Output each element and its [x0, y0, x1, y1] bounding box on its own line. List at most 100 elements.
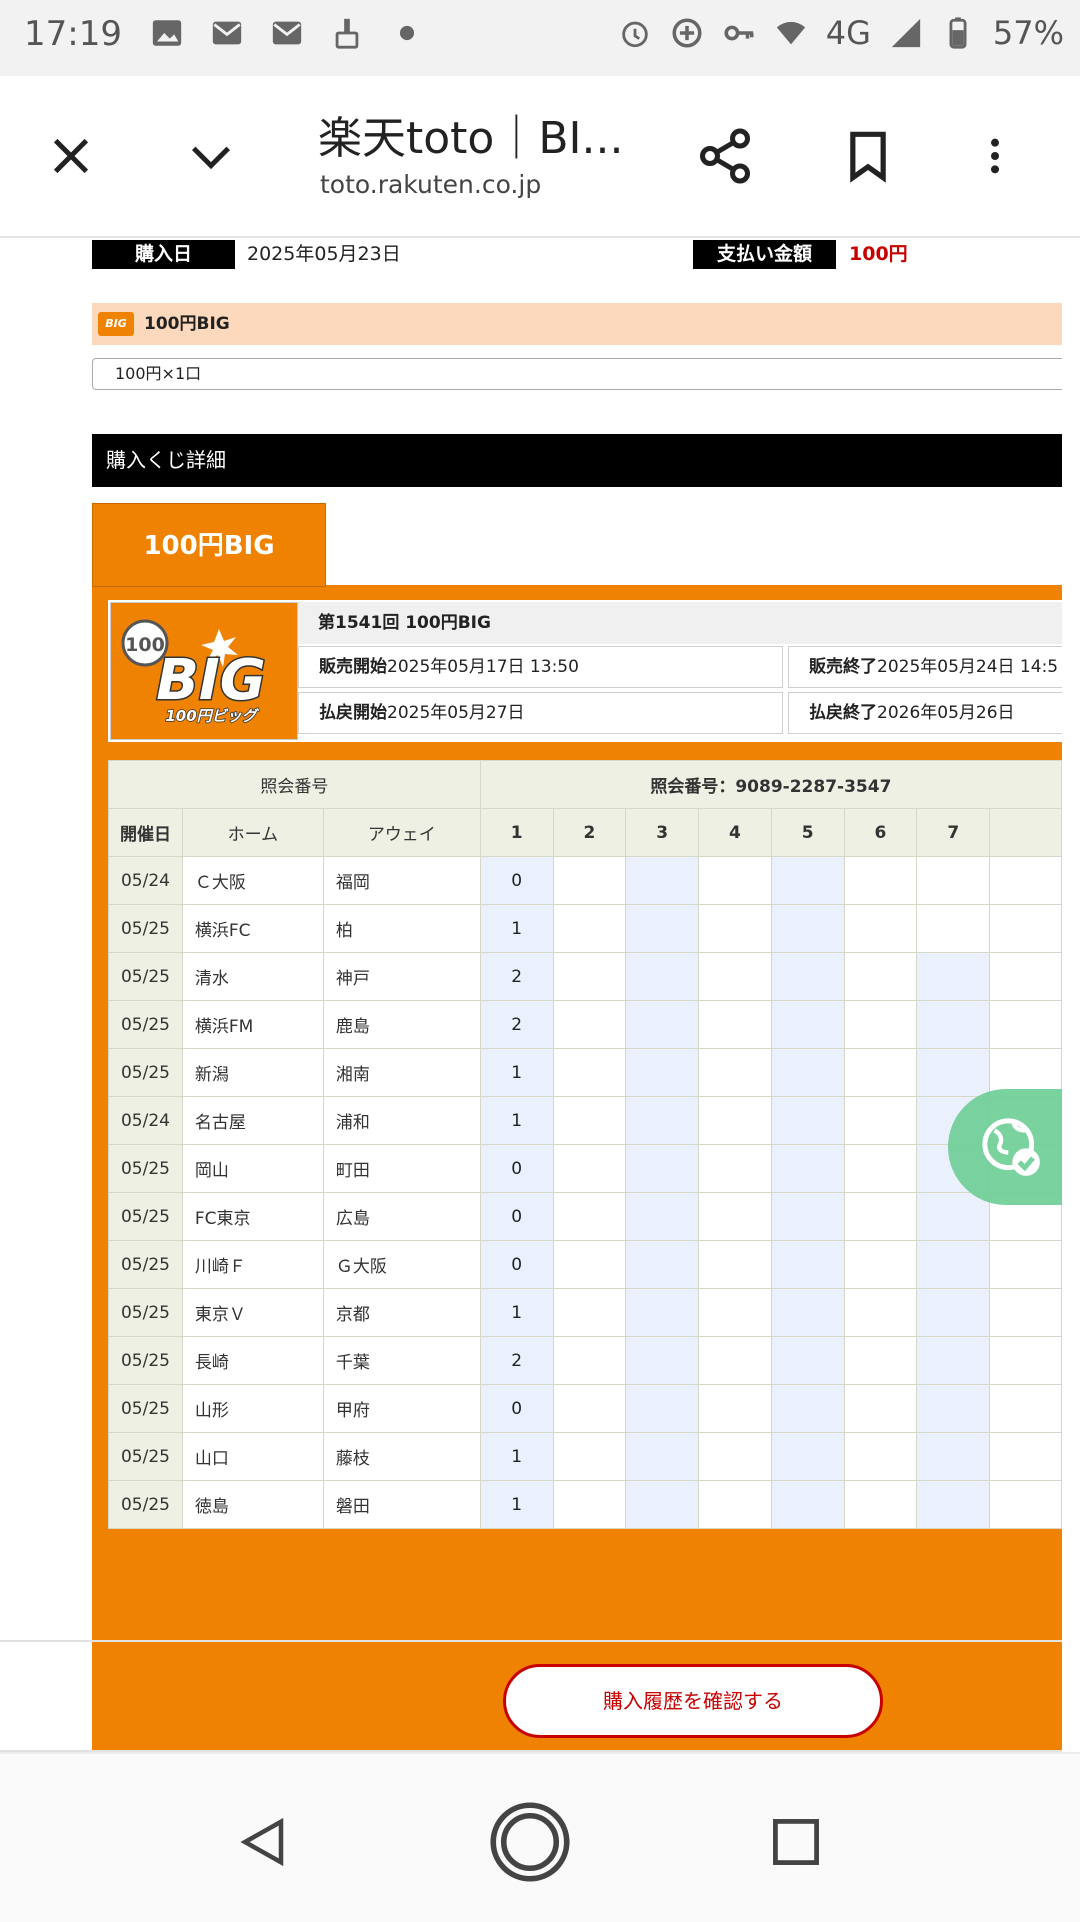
pick-col-2: [552, 1288, 627, 1337]
pick-col-2: [552, 1336, 627, 1385]
view-purchase-history-button[interactable]: 購入履歴を確認する: [503, 1664, 883, 1738]
close-button[interactable]: [36, 121, 106, 191]
payout-end: 払戻終了2026年05月26日: [788, 692, 1062, 734]
sale-end-value: 2025年05月24日 14:5: [877, 657, 1059, 677]
home-nav-icon[interactable]: [488, 1800, 572, 1884]
pick-col-1: 1: [479, 1288, 554, 1337]
pick-col-6: [843, 856, 918, 905]
page-content: 購入日 2025年05月23日 支払い金額 100円 BIG 100円BIG 1…: [0, 238, 1062, 1758]
battery-icon: [949, 17, 967, 49]
pick-col-2: [552, 1048, 627, 1097]
away-team: 町田: [322, 1144, 481, 1193]
away-team: 湘南: [322, 1048, 481, 1097]
match-date: 05/25: [108, 1480, 183, 1529]
status-time: 17:19: [24, 14, 122, 54]
round-title: 第1541回 100円BIG: [298, 602, 1062, 644]
sale-start: 販売開始2025年05月17日 13:50: [298, 646, 783, 688]
pick-col-1: 1: [479, 1480, 554, 1529]
details-header: 購入くじ詳細: [92, 434, 1062, 487]
vpn-key-icon: [724, 25, 754, 41]
pick-col-7: [916, 1192, 991, 1241]
match-date: 05/25: [108, 1240, 183, 1289]
pick-col-7: [916, 1240, 991, 1289]
logo-sub-text: 100円ビッグ: [165, 707, 259, 725]
pick-col-2: [552, 1240, 627, 1289]
tab-100yen-big[interactable]: 100円BIG: [92, 503, 326, 587]
pick-col-1: 0: [479, 1384, 554, 1433]
pick-col-3: [625, 1192, 700, 1241]
pick-col-2: [552, 1192, 627, 1241]
battery-percent: 57%: [992, 14, 1064, 52]
table-row: 05/24 名古屋 浦和 1: [108, 1096, 1062, 1145]
table-row: 05/25 山口 藤枝 1: [108, 1432, 1062, 1481]
back-nav-icon[interactable]: [236, 1812, 290, 1872]
mail-icon-2: [272, 21, 302, 45]
away-team: 神戸: [322, 952, 481, 1001]
col-number: 3: [625, 808, 700, 857]
pick-col-4: [698, 1240, 772, 1289]
payout-start-label: 払戻開始: [319, 703, 387, 723]
pick-col-2: [552, 856, 627, 905]
alarm-icon: [621, 21, 648, 48]
pick-col-3: [625, 904, 700, 953]
table-row: 05/25 FC東京 広島 0: [108, 1192, 1062, 1241]
product-bar: BIG 100円BIG: [92, 303, 1062, 345]
away-team: 甲府: [322, 1384, 481, 1433]
pick-col-4: [698, 1096, 772, 1145]
pick-col-4: [698, 1000, 772, 1049]
pick-col-2: [552, 1000, 627, 1049]
pick-col-5: [770, 904, 845, 953]
home-team: 東京Ｖ: [181, 1288, 324, 1337]
match-date: 05/25: [108, 1192, 183, 1241]
pick-col-8: [989, 904, 1062, 953]
pick-col-5: [770, 1048, 845, 1097]
table-row: 05/25 長崎 千葉 2: [108, 1336, 1062, 1385]
divider-1: [0, 1640, 1062, 1642]
col-number: 2: [552, 808, 627, 857]
minimize-button[interactable]: [176, 121, 246, 191]
gallery-icon: [152, 20, 182, 46]
sale-start-label: 販売開始: [319, 657, 387, 677]
away-team: 福岡: [322, 856, 481, 905]
col-away: アウェイ: [322, 808, 481, 857]
pick-col-1: 1: [479, 1096, 554, 1145]
big-logo-graphic: 100 BIG 100円ビッグ: [121, 619, 267, 726]
translate-check-button[interactable]: [948, 1089, 1062, 1205]
share-button[interactable]: [690, 121, 760, 191]
cleaner-icon: [335, 18, 359, 49]
bookmark-button[interactable]: [833, 121, 903, 191]
lottery-info: 100 BIG 100円ビッグ 第1541回 100円BIG 販売開始2025年…: [108, 600, 1062, 742]
pick-col-7: [916, 1336, 991, 1385]
home-team: 岡山: [181, 1144, 324, 1193]
more-menu-button[interactable]: [960, 121, 1030, 191]
home-team: 横浜FC: [181, 904, 324, 953]
pick-col-7: [916, 1384, 991, 1433]
home-team: 徳島: [181, 1480, 324, 1529]
table-row: 05/25 新潟 湘南 1: [108, 1048, 1062, 1097]
pick-col-3: [625, 1048, 700, 1097]
network-type: 4G: [825, 14, 871, 52]
pick-col-8: [989, 952, 1062, 1001]
away-team: 浦和: [322, 1096, 481, 1145]
pick-col-1: 2: [479, 1336, 554, 1385]
payout-end-value: 2026年05月26日: [877, 703, 1015, 723]
match-date: 05/25: [108, 904, 183, 953]
home-team: 新潟: [181, 1048, 324, 1097]
match-date: 05/25: [108, 1288, 183, 1337]
pick-col-8: [989, 1288, 1062, 1337]
page-title[interactable]: 楽天toto｜BI...: [318, 102, 623, 166]
pick-col-2: [552, 1096, 627, 1145]
home-team: 長崎: [181, 1336, 324, 1385]
match-date: 05/25: [108, 1384, 183, 1433]
recents-nav-icon[interactable]: [770, 1816, 822, 1868]
pick-col-8: [989, 1432, 1062, 1481]
match-date: 05/25: [108, 1000, 183, 1049]
pick-col-5: [770, 1288, 845, 1337]
pick-col-4: [698, 1480, 772, 1529]
purchase-date-value: 2025年05月23日: [247, 243, 401, 265]
col-date: 開催日: [108, 808, 183, 857]
page-url[interactable]: toto.rakuten.co.jp: [320, 170, 541, 199]
pick-col-7: [916, 856, 991, 905]
home-team: Ｃ大阪: [181, 856, 324, 905]
product-name: 100円BIG: [144, 314, 230, 334]
